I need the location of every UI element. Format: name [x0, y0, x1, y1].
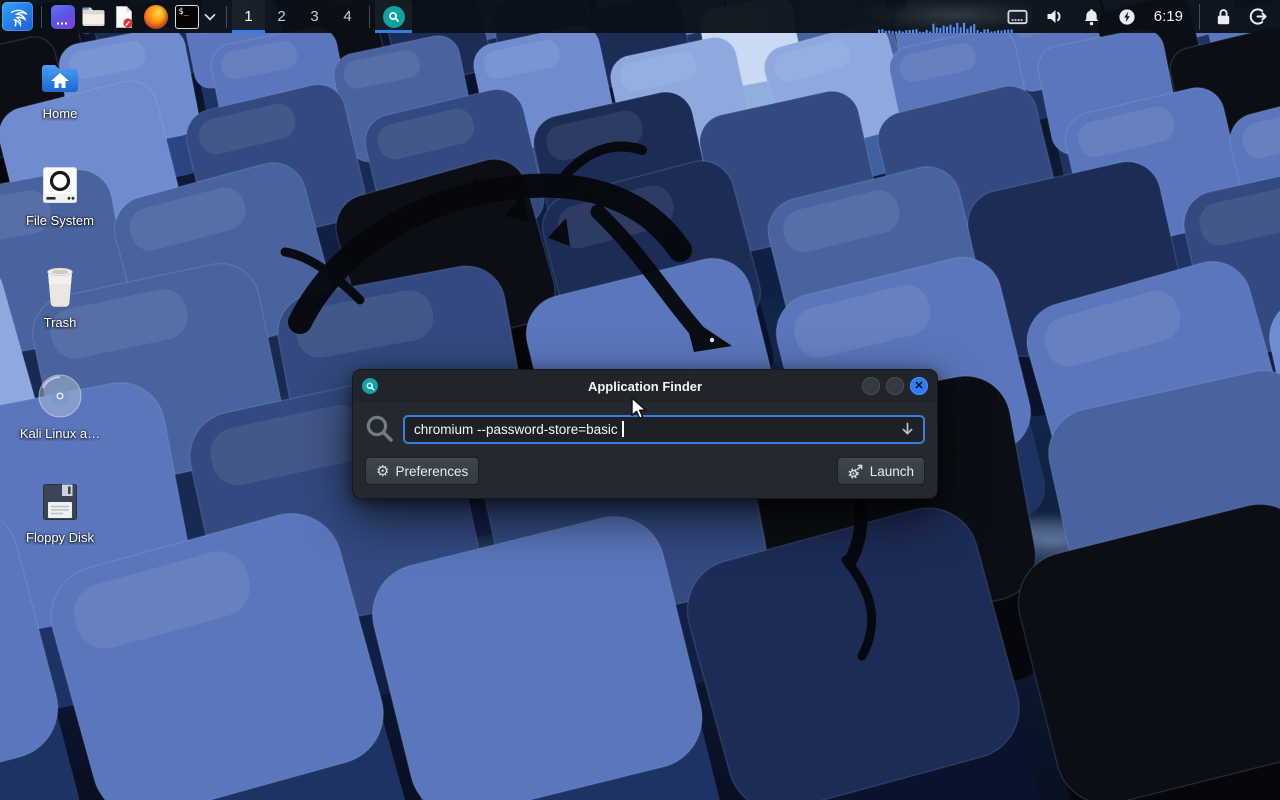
lock-screen-button[interactable] [1216, 8, 1231, 26]
search-icon [387, 10, 401, 24]
run-gear-icon [848, 463, 864, 479]
arrow-down-icon [900, 422, 915, 437]
window-title: Application Finder [353, 379, 937, 394]
terminal-icon: $_ [175, 5, 199, 29]
chevron-down-icon [204, 13, 216, 21]
system-tray: 6:19 [998, 4, 1280, 30]
preferences-button[interactable]: ⚙ Preferences [365, 457, 479, 485]
bell-icon [1083, 8, 1100, 26]
panel-separator [226, 6, 227, 28]
desktop-icon-label: Floppy Disk [8, 530, 112, 545]
optical-disc-icon [36, 372, 84, 420]
notifications-tray-button[interactable] [1083, 8, 1100, 26]
launcher-firefox[interactable] [140, 0, 171, 33]
window-controls: ✕ [856, 377, 928, 395]
lock-icon [1216, 8, 1231, 26]
taskbar-application-finder[interactable] [375, 0, 412, 33]
terminal-prompt-glyph: $_ [179, 7, 189, 17]
logout-button[interactable] [1249, 7, 1268, 26]
desktop-icon-kali-linux-cd[interactable]: Kali Linux a… [8, 370, 112, 441]
panel-separator [41, 6, 42, 28]
desktop-icon-label: Kali Linux a… [8, 426, 112, 441]
volume-icon [1046, 8, 1065, 25]
close-button[interactable]: ✕ [910, 377, 928, 395]
launcher-dropdown-arrow[interactable] [202, 0, 218, 33]
kali-dragon-icon [5, 4, 31, 30]
floppy-disk-icon [41, 482, 79, 522]
application-finder-icon [383, 6, 405, 28]
desktop-icon-label: Trash [8, 315, 112, 330]
launch-button-label: Launch [870, 464, 914, 479]
launch-button[interactable]: Launch [837, 457, 925, 485]
workspace-label: 1 [244, 8, 252, 25]
desktop-icon-label: Home [8, 106, 112, 121]
desktop-icon-floppy-disk[interactable]: Floppy Disk [8, 478, 112, 545]
workspace-button-3[interactable]: 3 [298, 0, 331, 33]
launcher-file-manager[interactable] [78, 0, 109, 33]
volume-tray-button[interactable] [1046, 8, 1065, 25]
trash-icon [40, 265, 80, 309]
workspace-label: 4 [343, 8, 351, 25]
workspace-label: 3 [310, 8, 318, 25]
power-bolt-icon [1118, 8, 1136, 26]
file-manager-icon [81, 6, 106, 27]
clock[interactable]: 6:19 [1154, 8, 1183, 25]
panel-separator [1199, 4, 1200, 30]
preferences-button-label: Preferences [395, 464, 468, 479]
launcher-text-editor[interactable] [109, 0, 140, 33]
harddisk-icon [41, 165, 79, 205]
desktop-screen: $_ 1 2 3 4 [0, 0, 1280, 800]
minimize-button[interactable] [862, 377, 880, 395]
desktop-icon-label: File System [8, 213, 112, 228]
close-icon: ✕ [914, 381, 923, 392]
home-folder-icon [40, 61, 80, 95]
firefox-icon [144, 5, 168, 29]
workspace-button-1[interactable]: 1 [232, 0, 265, 33]
top-panel: $_ 1 2 3 4 [0, 0, 1280, 33]
application-finder-window: Application Finder ✕ chromium --password… [352, 369, 938, 499]
power-manager-tray-button[interactable] [1118, 8, 1136, 26]
workspace-button-2[interactable]: 2 [265, 0, 298, 33]
text-editor-icon [114, 5, 135, 29]
text-caret [622, 421, 624, 437]
maximize-button[interactable] [886, 377, 904, 395]
logout-icon [1249, 7, 1268, 26]
gear-icon: ⚙ [376, 464, 389, 479]
panel-activity-graph [878, 21, 1018, 33]
search-icon-large [365, 414, 395, 444]
launcher-terminal[interactable]: $_ [171, 0, 202, 33]
qterminal-icon [51, 5, 75, 29]
launcher-qterminal[interactable] [47, 0, 78, 33]
desktop-icon-trash[interactable]: Trash [8, 263, 112, 330]
desktop-icon-home[interactable]: Home [8, 54, 112, 121]
command-input[interactable]: chromium --password-store=basic [403, 415, 925, 444]
panel-separator [369, 6, 370, 28]
workspace-button-4[interactable]: 4 [331, 0, 364, 33]
mouse-cursor [630, 397, 652, 421]
desktop-icon-file-system[interactable]: File System [8, 161, 112, 228]
input-dropdown-arrow[interactable] [900, 422, 915, 437]
workspace-label: 2 [277, 8, 285, 25]
command-input-value: chromium --password-store=basic [414, 422, 621, 437]
applications-menu-button[interactable] [2, 2, 33, 31]
